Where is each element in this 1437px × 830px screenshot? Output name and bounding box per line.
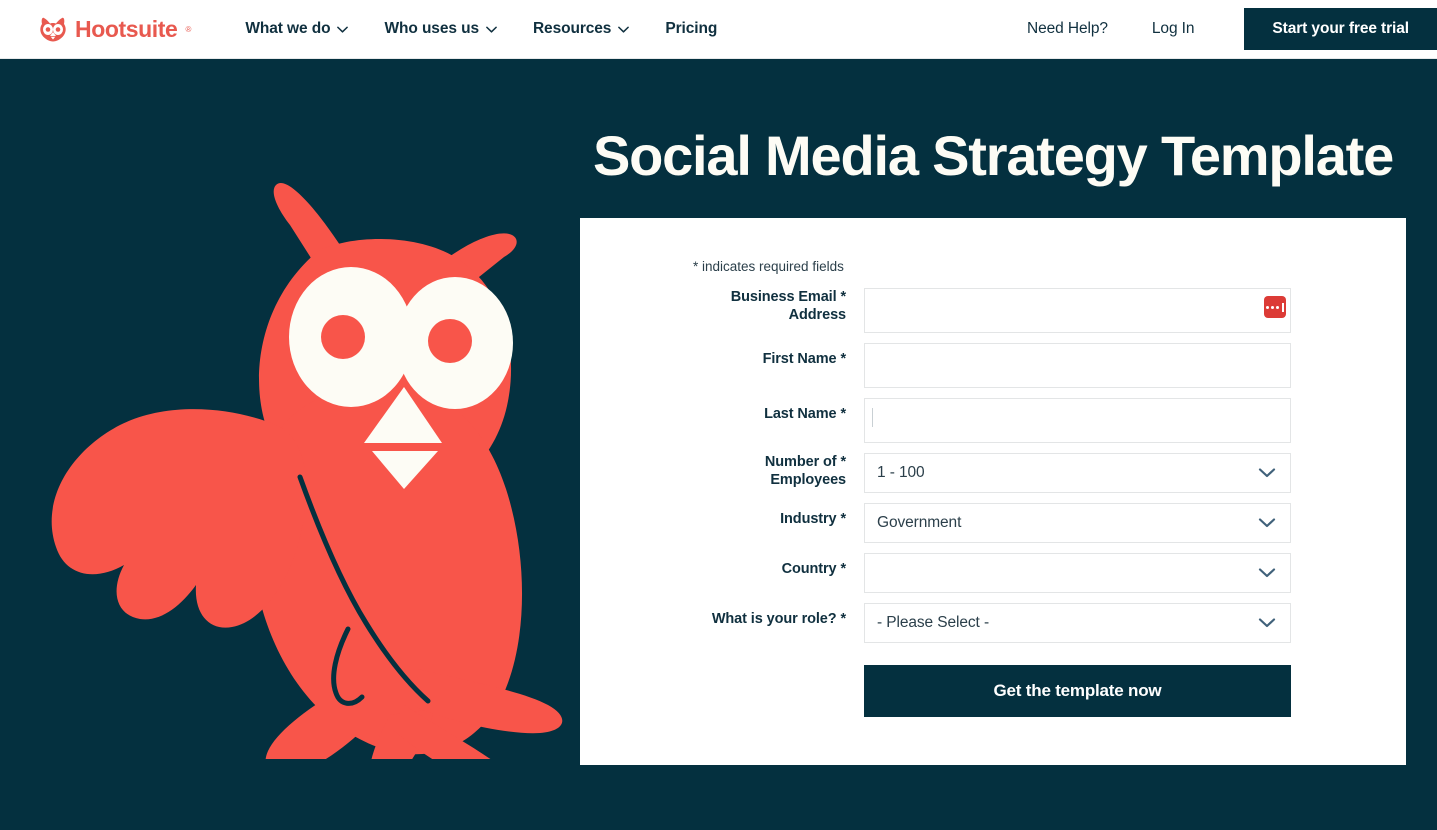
nav-label: Who uses us [384, 20, 479, 37]
label-line-1: Business Email * [730, 289, 846, 305]
log-in-link[interactable]: Log In [1130, 20, 1217, 38]
page-root: Hootsuite ® What we do Who uses us Resou… [0, 0, 1437, 830]
chevron-down-icon [1258, 567, 1276, 579]
label-line-2: Address [788, 307, 846, 323]
form-row-country: Country * [580, 553, 1406, 593]
form-row-submit: Get the template now [580, 665, 1406, 717]
control-industry: Government [864, 503, 1291, 543]
select-value: Government [877, 514, 962, 531]
nav-item-pricing[interactable]: Pricing [647, 20, 735, 38]
required-fields-note: * indicates required fields [693, 259, 844, 274]
chevron-down-icon [618, 26, 630, 33]
chevron-down-icon [1258, 467, 1276, 479]
form-row-industry: Industry * Government [580, 503, 1406, 543]
number-of-employees-select[interactable]: 1 - 100 [864, 453, 1291, 493]
select-value: - Please Select - [877, 614, 990, 631]
chevron-down-icon [486, 26, 497, 33]
hootsuite-logo[interactable]: Hootsuite ® [38, 16, 191, 43]
nav-item-who-uses-us[interactable]: Who uses us [366, 20, 515, 38]
nav-right-actions: Need Help? Log In Start your free trial [1005, 0, 1437, 58]
label-line-2: Employees [770, 472, 846, 488]
hero-section: Social Media Strategy Template * indicat… [0, 59, 1437, 830]
control-number-of-employees: 1 - 100 [864, 453, 1291, 493]
nav-item-what-we-do[interactable]: What we do [227, 20, 366, 38]
need-help-link[interactable]: Need Help? [1005, 20, 1130, 38]
country-select[interactable] [864, 553, 1291, 593]
form-row-role: What is your role? * - Please Select - [580, 603, 1406, 643]
control-business-email [864, 288, 1291, 333]
industry-select[interactable]: Government [864, 503, 1291, 543]
nav-label: What we do [245, 20, 331, 37]
label-last-name: Last Name * [764, 406, 846, 422]
last-name-input[interactable] [864, 398, 1291, 443]
chevron-down-icon [1258, 517, 1276, 529]
form-fields-container: Business Email * Address First Name * La… [580, 288, 1406, 717]
label-business-email: Business Email * Address [620, 288, 864, 324]
select-value: 1 - 100 [877, 464, 925, 481]
control-first-name [864, 343, 1291, 388]
control-role: - Please Select - [864, 603, 1291, 643]
hootsuite-wordmark: Hootsuite [75, 15, 178, 42]
chevron-down-icon [337, 26, 349, 33]
control-last-name [864, 398, 1291, 443]
nav-label: Resources [532, 20, 612, 37]
form-row-business-email: Business Email * Address [580, 288, 1406, 333]
label-country: Country * [781, 561, 846, 577]
business-email-input[interactable] [864, 288, 1291, 333]
label-role: What is your role? * [711, 611, 846, 627]
trademark-symbol: ® [185, 24, 192, 34]
text-cursor [872, 408, 873, 427]
top-navigation-bar: Hootsuite ® What we do Who uses us Resou… [0, 0, 1437, 59]
form-row-number-of-employees: Number of * Employees 1 - 100 [580, 453, 1406, 493]
role-select[interactable]: - Please Select - [864, 603, 1291, 643]
get-the-template-button[interactable]: Get the template now [864, 665, 1291, 717]
label-industry: Industry * [780, 511, 846, 527]
primary-nav-links: What we do Who uses us Resources Pricing [227, 20, 735, 38]
password-manager-autofill-icon[interactable] [1264, 296, 1286, 318]
start-free-trial-button[interactable]: Start your free trial [1244, 8, 1437, 50]
label-first-name: First Name * [762, 351, 847, 367]
page-title: Social Media Strategy Template [592, 124, 1394, 187]
submit-spacer [620, 665, 864, 717]
control-country [864, 553, 1291, 593]
lead-capture-form-card: * indicates required fields Business Ema… [580, 218, 1406, 765]
first-name-input[interactable] [864, 343, 1291, 388]
form-row-first-name: First Name * [580, 343, 1406, 388]
chevron-down-icon [1258, 617, 1276, 629]
nav-label: Pricing [665, 20, 718, 37]
hootsuite-owl-logo-icon [38, 16, 68, 42]
owl-mascot-illustration [18, 129, 578, 759]
nav-item-resources[interactable]: Resources [515, 20, 647, 38]
label-number-of-employees: Number of * Employees [620, 453, 864, 489]
form-row-last-name: Last Name * [580, 398, 1406, 443]
label-line-1: Number of * [764, 454, 846, 470]
